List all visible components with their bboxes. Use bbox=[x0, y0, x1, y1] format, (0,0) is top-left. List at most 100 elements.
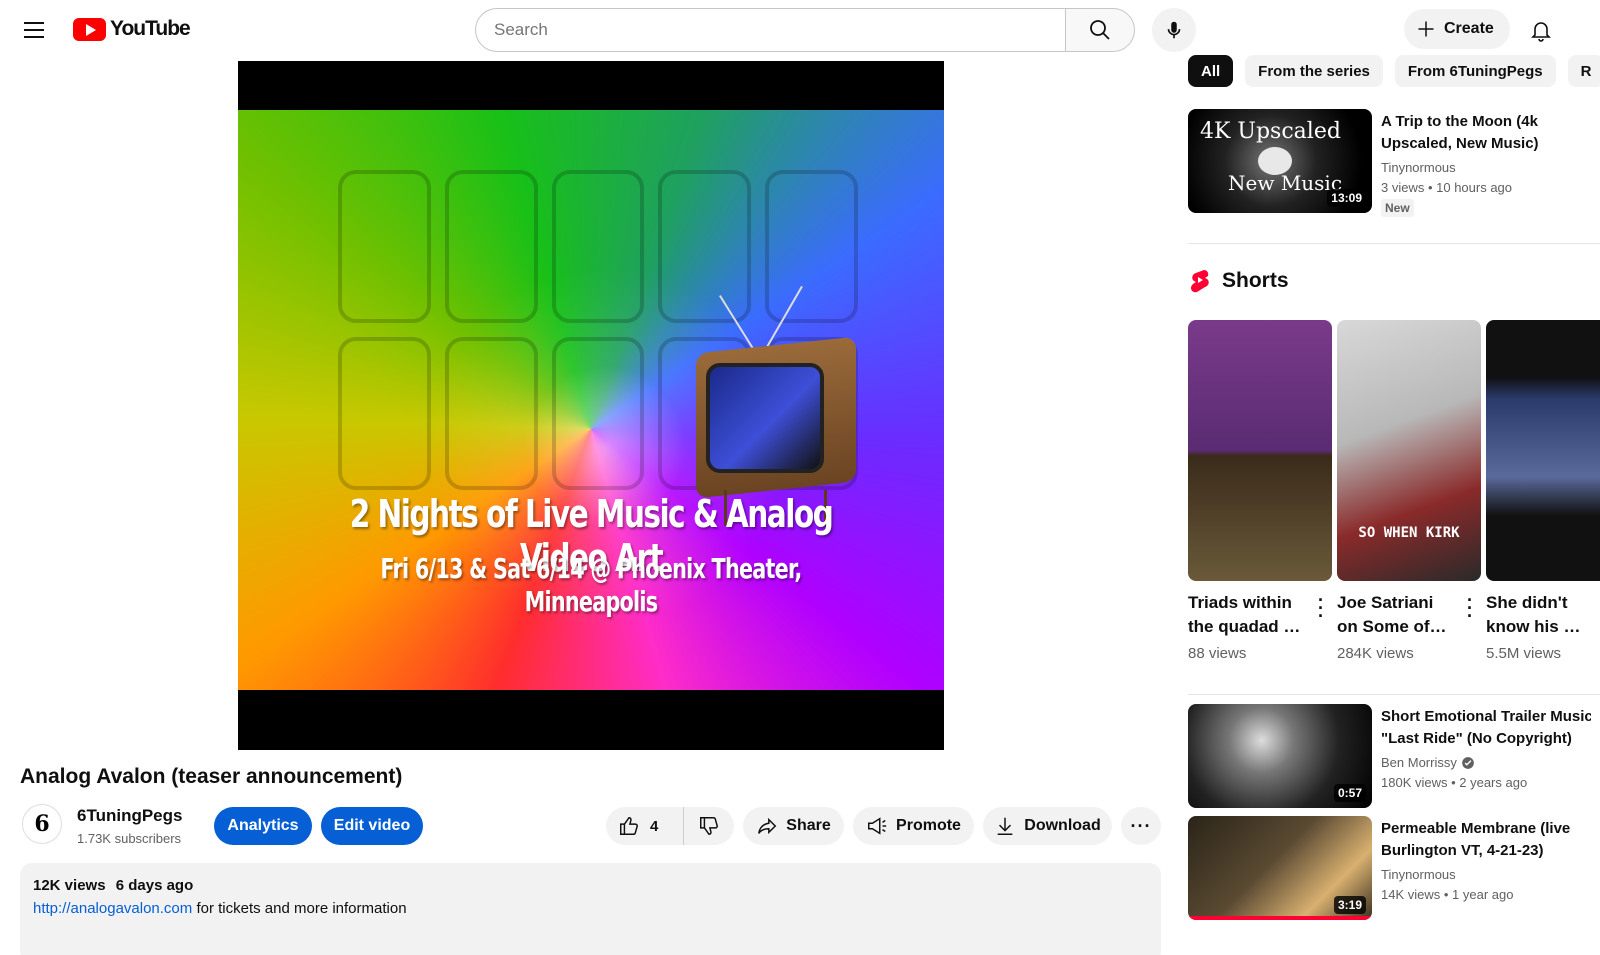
voice-search-button[interactable] bbox=[1152, 8, 1196, 52]
recommended-video[interactable]: 0:57 Short Emotional Trailer Music "Last… bbox=[1188, 704, 1591, 808]
share-icon bbox=[758, 817, 777, 835]
description-link[interactable]: http://analogavalon.com bbox=[33, 900, 192, 917]
video-duration: 0:57 bbox=[1333, 784, 1366, 802]
recommended-video[interactable]: 3:19 Permeable Membrane (live Burlington… bbox=[1188, 816, 1588, 920]
channel-avatar[interactable]: 6 bbox=[22, 804, 62, 844]
video-title-line: Short Emotional Trailer Music bbox=[1381, 708, 1591, 725]
short-views: 5.5M views bbox=[1486, 645, 1562, 662]
upload-date: 6 days ago bbox=[115, 877, 194, 894]
video-title: Permeable Membrane (live Burlington VT, … bbox=[1381, 818, 1591, 862]
search-input[interactable] bbox=[475, 8, 1065, 52]
video-channel: Tinynormous bbox=[1381, 867, 1456, 882]
short-title-line: on Some of… bbox=[1337, 617, 1447, 636]
short-title-line: know his … bbox=[1486, 617, 1581, 636]
video-title: Analog Avalon (teaser announcement) bbox=[20, 765, 403, 788]
recommended-video[interactable]: 4K Upscaled New Music 13:09 A Trip to th… bbox=[1188, 109, 1591, 217]
video-duration: 13:09 bbox=[1327, 189, 1366, 207]
short-title: Triads within the quadad … bbox=[1188, 591, 1303, 639]
short-title: Joe Satriani on Some of… bbox=[1337, 591, 1452, 639]
short-card[interactable]: SO WHEN KIRK Joe Satriani on Some of… 284… bbox=[1337, 320, 1481, 662]
search-icon bbox=[1090, 20, 1110, 40]
search-bar bbox=[475, 8, 1135, 52]
plus-icon bbox=[1418, 21, 1434, 37]
megaphone-icon bbox=[868, 817, 887, 835]
youtube-play-icon bbox=[73, 17, 106, 41]
shorts-icon bbox=[1191, 270, 1209, 293]
video-title-line: Upscaled, New Music) bbox=[1381, 135, 1539, 152]
short-title-line: Joe Satriani bbox=[1337, 593, 1434, 612]
vintage-tv-illustration bbox=[696, 285, 861, 526]
thumbs-up-icon bbox=[620, 817, 638, 835]
like-count: 4 bbox=[650, 817, 659, 835]
edit-video-button[interactable]: Edit video bbox=[321, 807, 423, 845]
chip-from-channel[interactable]: From 6TuningPegs bbox=[1394, 55, 1556, 87]
video-stats: 3 views • 10 hours ago bbox=[1381, 180, 1513, 195]
short-menu-icon[interactable]: · · · bbox=[1318, 591, 1324, 625]
short-title-line: the quadad … bbox=[1188, 617, 1301, 636]
channel-name[interactable]: 6TuningPegs bbox=[77, 806, 182, 826]
youtube-logo[interactable]: YouTube bbox=[73, 17, 191, 41]
promote-label: Promote bbox=[896, 817, 961, 834]
share-label: Share bbox=[786, 817, 831, 834]
notifications-button[interactable] bbox=[1521, 10, 1561, 50]
video-title-line: A Trip to the Moon (4k bbox=[1381, 113, 1538, 130]
video-overlay-subline: Fri 6/13 & Sat 6/14 @ Phoenix Theater, M… bbox=[380, 552, 802, 618]
video-title-line: "Last Ride" (No Copyright) bbox=[1381, 730, 1572, 747]
section-divider bbox=[1188, 694, 1600, 695]
chip-more[interactable]: R bbox=[1567, 55, 1600, 87]
video-player[interactable]: 2 Nights of Live Music & Analog Video Ar… bbox=[238, 61, 944, 750]
watch-progress-bar bbox=[1188, 916, 1372, 920]
video-thumbnail: 0:57 bbox=[1188, 704, 1372, 808]
video-stats: 14K views • 1 year ago bbox=[1381, 887, 1514, 902]
more-actions-button[interactable]: ··· bbox=[1121, 807, 1161, 845]
channel-name: Ben Morrissy bbox=[1381, 755, 1457, 770]
section-divider bbox=[1188, 243, 1600, 244]
short-title: She didn't know his … bbox=[1486, 591, 1600, 639]
description-text: http://analogavalon.com for tickets and … bbox=[33, 900, 1148, 917]
chip-all[interactable]: All bbox=[1188, 55, 1234, 87]
download-button[interactable]: Download bbox=[983, 807, 1112, 845]
short-caption: SO WHEN KIRK bbox=[1358, 525, 1460, 541]
video-title: Short Emotional Trailer Music "Last Ride… bbox=[1381, 706, 1591, 750]
short-title-line: Triads within bbox=[1188, 593, 1292, 612]
new-badge: New bbox=[1381, 199, 1414, 217]
shorts-label: Shorts bbox=[1222, 269, 1289, 292]
short-thumbnail bbox=[1486, 320, 1600, 581]
menu-icon[interactable] bbox=[14, 10, 54, 50]
create-button[interactable]: Create bbox=[1404, 9, 1510, 49]
video-thumbnail: 3:19 bbox=[1188, 816, 1372, 920]
video-duration: 3:19 bbox=[1333, 896, 1366, 914]
video-title: A Trip to the Moon (4k Upscaled, New Mus… bbox=[1381, 111, 1591, 155]
video-frame: 2 Nights of Live Music & Analog Video Ar… bbox=[238, 110, 944, 690]
short-thumbnail bbox=[1188, 320, 1332, 581]
short-title-line: She didn't bbox=[1486, 593, 1568, 612]
thumbnail-text-top: 4K Upscaled bbox=[1200, 119, 1341, 144]
bell-icon bbox=[1531, 22, 1551, 42]
download-label: Download bbox=[1024, 817, 1101, 834]
verified-badge-icon bbox=[1462, 756, 1474, 769]
filter-chips: All From the series From 6TuningPegs R bbox=[1188, 55, 1600, 87]
video-thumbnail: 4K Upscaled New Music 13:09 bbox=[1188, 109, 1372, 213]
promote-button[interactable]: Promote bbox=[853, 807, 974, 845]
video-channel: Ben Morrissy bbox=[1381, 755, 1475, 770]
shorts-header: Shorts bbox=[1188, 268, 1289, 294]
short-menu-icon[interactable]: · · · bbox=[1467, 591, 1473, 625]
search-button[interactable] bbox=[1065, 8, 1135, 52]
thumbnail-text-bottom: New Music bbox=[1228, 171, 1343, 195]
view-date-line: 12K views 6 days ago bbox=[33, 877, 1148, 894]
short-views: 88 views bbox=[1188, 645, 1247, 662]
short-card[interactable]: She didn't know his … 5.5M views bbox=[1486, 320, 1600, 662]
channel-name: Tinynormous bbox=[1381, 867, 1456, 882]
view-count: 12K views bbox=[33, 877, 106, 894]
like-button[interactable]: 4 bbox=[606, 807, 684, 845]
chip-from-series[interactable]: From the series bbox=[1245, 55, 1383, 87]
subscriber-count: 1.73K subscribers bbox=[77, 831, 182, 846]
logo-text: YouTube bbox=[110, 17, 191, 40]
thumbs-down-icon bbox=[700, 817, 718, 835]
video-channel: Tinynormous bbox=[1381, 160, 1456, 175]
analytics-button[interactable]: Analytics bbox=[214, 807, 312, 845]
short-card[interactable]: Triads within the quadad … 88 views · · · bbox=[1188, 320, 1332, 662]
description-box[interactable]: 12K views 6 days ago http://analogavalon… bbox=[20, 863, 1161, 955]
share-button[interactable]: Share bbox=[743, 807, 844, 845]
dislike-button[interactable] bbox=[684, 807, 734, 845]
